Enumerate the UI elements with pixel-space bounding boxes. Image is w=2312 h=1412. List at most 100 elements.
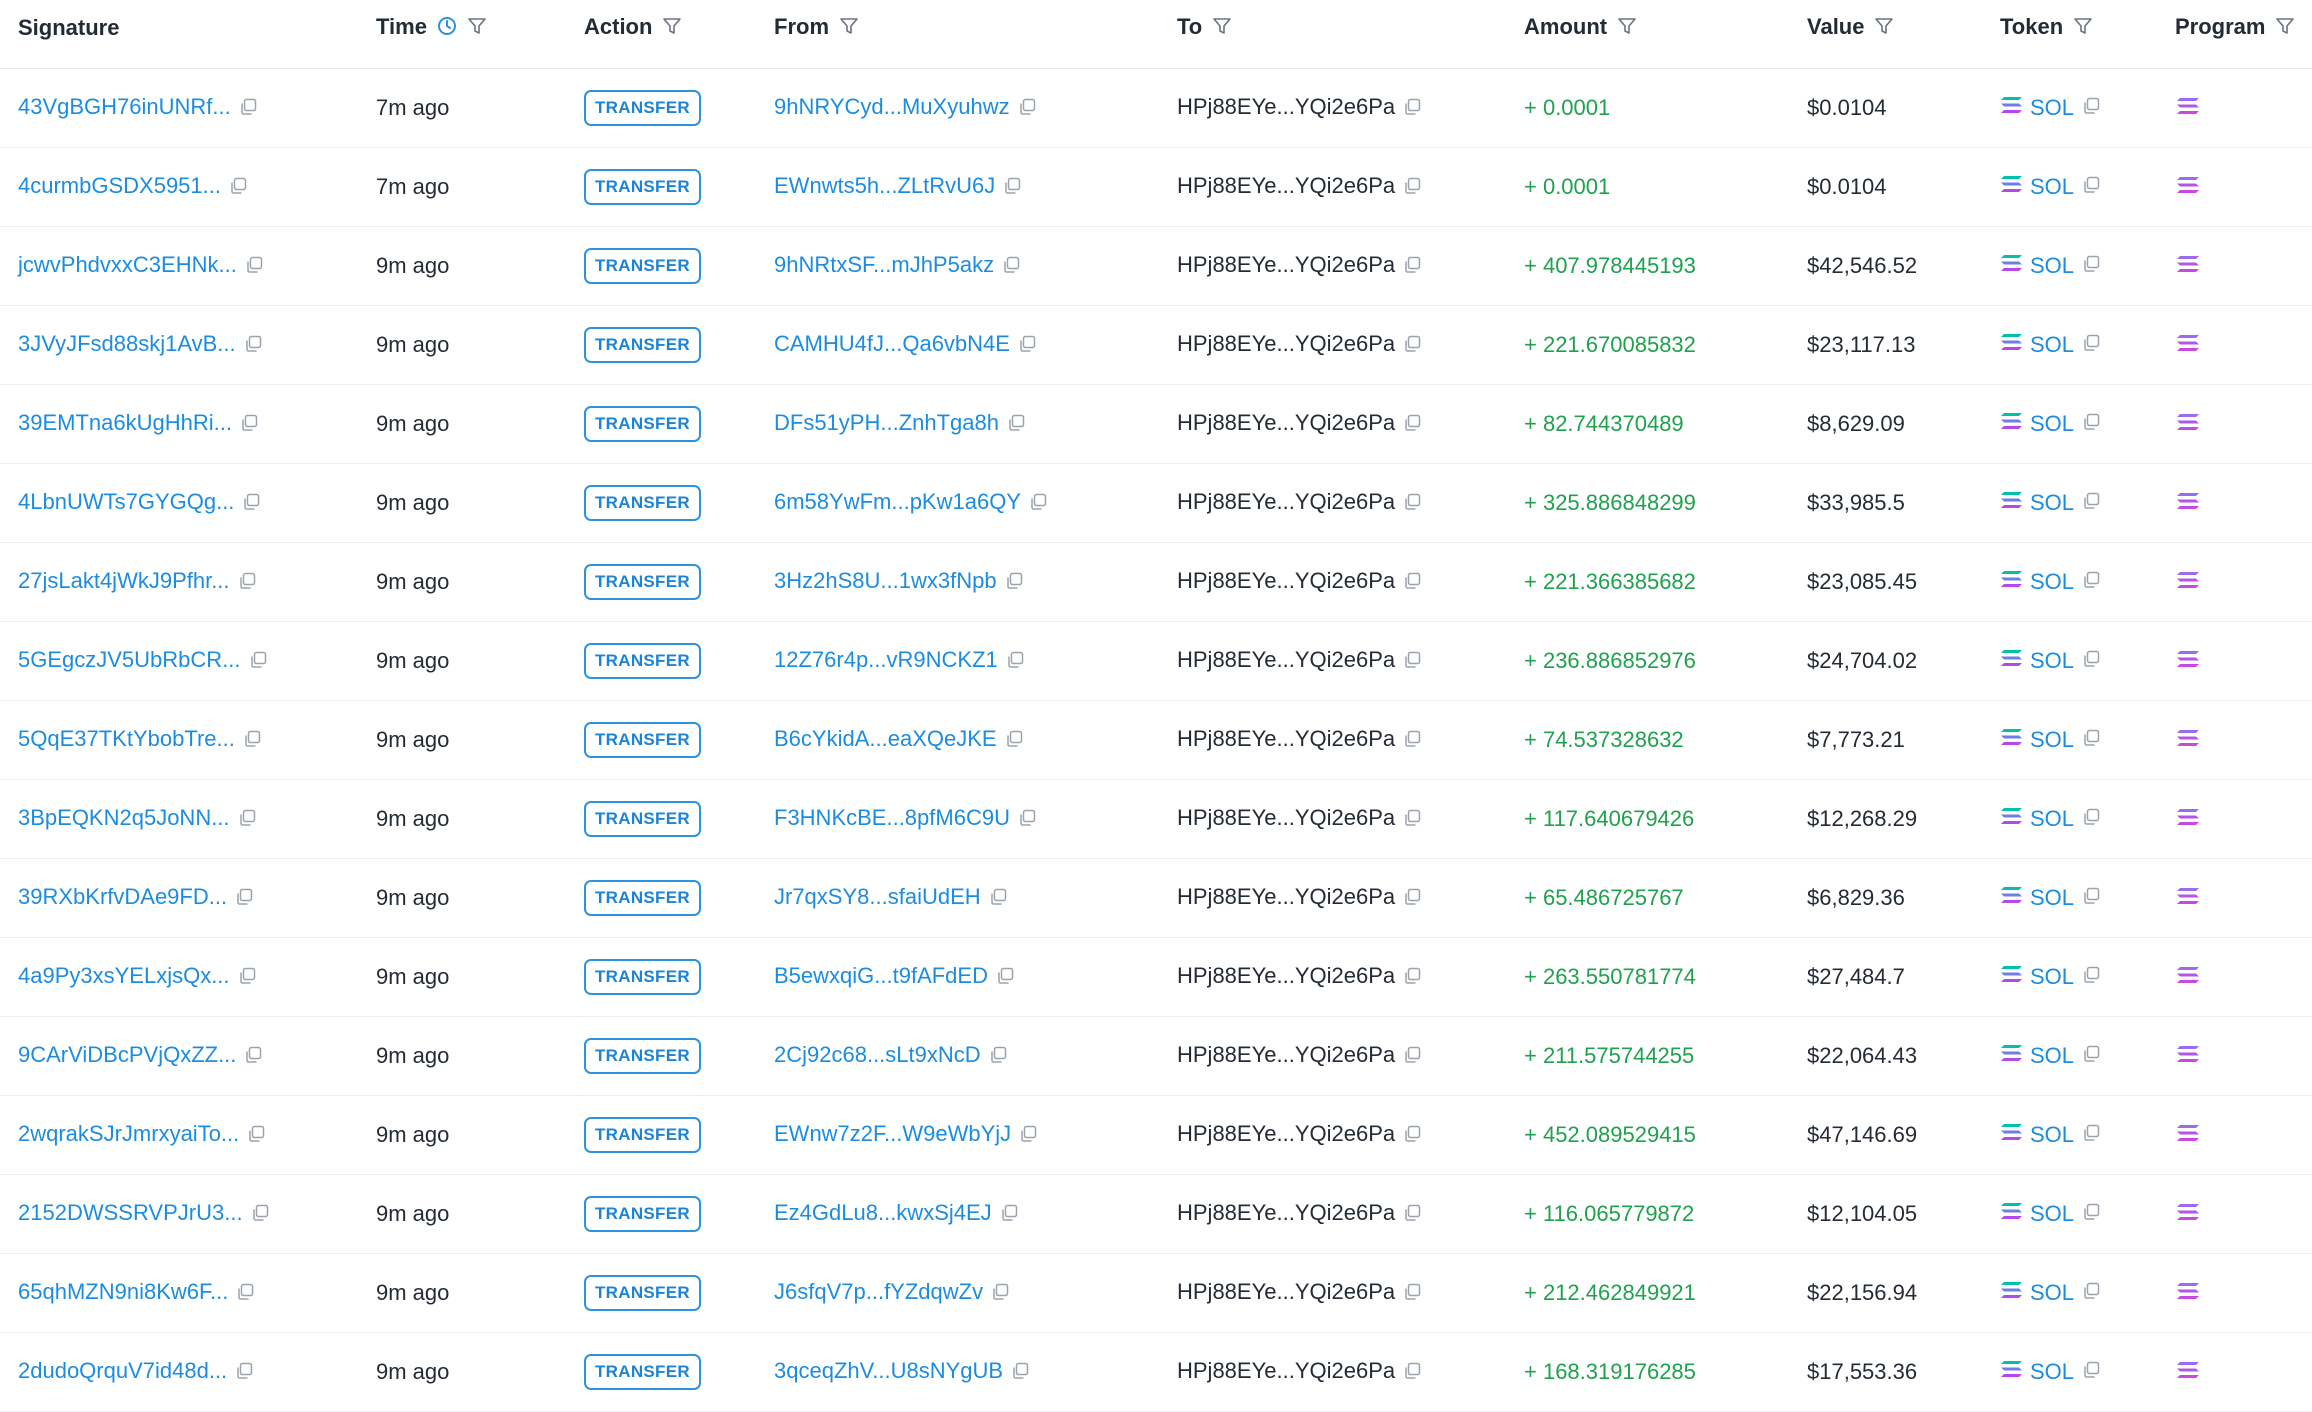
token-link[interactable]: SOL	[2030, 1122, 2074, 1148]
copy-icon[interactable]	[1005, 570, 1023, 596]
copy-icon[interactable]	[238, 807, 256, 833]
program-logo-icon[interactable]	[2175, 175, 2201, 201]
token-link[interactable]: SOL	[2030, 885, 2074, 911]
copy-icon[interactable]	[1018, 333, 1036, 359]
token-link[interactable]: SOL	[2030, 1043, 2074, 1069]
program-logo-icon[interactable]	[2175, 333, 2201, 359]
copy-icon[interactable]	[1002, 254, 1020, 280]
token-link[interactable]: SOL	[2030, 490, 2074, 516]
from-address-link[interactable]: Jr7qxSY8...sfaiUdEH	[774, 884, 981, 909]
signature-link[interactable]: 5GEgczJV5UbRbCR...	[18, 647, 241, 672]
copy-icon[interactable]	[1403, 333, 1421, 359]
program-logo-icon[interactable]	[2175, 1044, 2201, 1070]
copy-icon[interactable]	[2082, 174, 2100, 200]
from-address-link[interactable]: EWnwts5h...ZLtRvU6J	[774, 173, 995, 198]
copy-icon[interactable]	[1403, 1202, 1421, 1228]
signature-link[interactable]: 4a9Py3xsYELxjsQx...	[18, 963, 230, 988]
signature-link[interactable]: 43VgBGH76inUNRf...	[18, 94, 231, 119]
copy-icon[interactable]	[1403, 1123, 1421, 1149]
copy-icon[interactable]	[2082, 253, 2100, 279]
from-address-link[interactable]: EWnw7z2F...W9eWbYjJ	[774, 1121, 1011, 1146]
copy-icon[interactable]	[1403, 1360, 1421, 1386]
copy-icon[interactable]	[244, 333, 262, 359]
copy-icon[interactable]	[2082, 569, 2100, 595]
copy-icon[interactable]	[1006, 649, 1024, 675]
copy-icon[interactable]	[2082, 806, 2100, 832]
from-address-link[interactable]: 3Hz2hS8U...1wx3fNpb	[774, 568, 997, 593]
copy-icon[interactable]	[2082, 1359, 2100, 1385]
copy-icon[interactable]	[2082, 1043, 2100, 1069]
copy-icon[interactable]	[245, 254, 263, 280]
token-link[interactable]: SOL	[2030, 1359, 2074, 1385]
copy-icon[interactable]	[240, 412, 258, 438]
signature-link[interactable]: 2dudoQrquV7id48d...	[18, 1358, 227, 1383]
copy-icon[interactable]	[2082, 1201, 2100, 1227]
signature-link[interactable]: 3JVyJFsd88skj1AvB...	[18, 331, 236, 356]
filter-icon[interactable]	[2275, 16, 2295, 42]
copy-icon[interactable]	[1403, 96, 1421, 122]
copy-icon[interactable]	[1005, 728, 1023, 754]
copy-icon[interactable]	[251, 1202, 269, 1228]
token-link[interactable]: SOL	[2030, 95, 2074, 121]
copy-icon[interactable]	[1403, 412, 1421, 438]
copy-icon[interactable]	[1403, 570, 1421, 596]
from-address-link[interactable]: B6cYkidA...eaXQeJKE	[774, 726, 997, 751]
copy-icon[interactable]	[238, 570, 256, 596]
copy-icon[interactable]	[1403, 491, 1421, 517]
copy-icon[interactable]	[2082, 95, 2100, 121]
copy-icon[interactable]	[1019, 1123, 1037, 1149]
copy-icon[interactable]	[1403, 1281, 1421, 1307]
copy-icon[interactable]	[1403, 649, 1421, 675]
signature-link[interactable]: 4LbnUWTs7GYGQg...	[18, 489, 234, 514]
signature-link[interactable]: 65qhMZN9ni8Kw6F...	[18, 1279, 228, 1304]
program-logo-icon[interactable]	[2175, 649, 2201, 675]
copy-icon[interactable]	[991, 1281, 1009, 1307]
token-link[interactable]: SOL	[2030, 1201, 2074, 1227]
token-link[interactable]: SOL	[2030, 727, 2074, 753]
from-address-link[interactable]: DFs51yPH...ZnhTga8h	[774, 410, 999, 435]
from-address-link[interactable]: 3qceqZhV...U8sNYgUB	[774, 1358, 1003, 1383]
program-logo-icon[interactable]	[2175, 491, 2201, 517]
program-logo-icon[interactable]	[2175, 886, 2201, 912]
copy-icon[interactable]	[1000, 1202, 1018, 1228]
token-link[interactable]: SOL	[2030, 648, 2074, 674]
copy-icon[interactable]	[1007, 412, 1025, 438]
program-logo-icon[interactable]	[2175, 1202, 2201, 1228]
copy-icon[interactable]	[247, 1123, 265, 1149]
copy-icon[interactable]	[235, 886, 253, 912]
copy-icon[interactable]	[1403, 728, 1421, 754]
copy-icon[interactable]	[2082, 411, 2100, 437]
copy-icon[interactable]	[1011, 1360, 1029, 1386]
copy-icon[interactable]	[1403, 1044, 1421, 1070]
filter-icon[interactable]	[1874, 16, 1894, 42]
copy-icon[interactable]	[229, 175, 247, 201]
copy-icon[interactable]	[2082, 1122, 2100, 1148]
signature-link[interactable]: 9CArViDBcPVjQxZZ...	[18, 1042, 236, 1067]
from-address-link[interactable]: 9hNRtxSF...mJhP5akz	[774, 252, 994, 277]
copy-icon[interactable]	[1403, 965, 1421, 991]
signature-link[interactable]: 39EMTna6kUgHhRi...	[18, 410, 232, 435]
filter-icon[interactable]	[662, 16, 682, 42]
program-logo-icon[interactable]	[2175, 1360, 2201, 1386]
copy-icon[interactable]	[1018, 807, 1036, 833]
token-link[interactable]: SOL	[2030, 411, 2074, 437]
program-logo-icon[interactable]	[2175, 412, 2201, 438]
filter-icon[interactable]	[467, 16, 487, 42]
signature-link[interactable]: 39RXbKrfvDAe9FD...	[18, 884, 227, 909]
copy-icon[interactable]	[2082, 964, 2100, 990]
from-address-link[interactable]: Ez4GdLu8...kwxSj4EJ	[774, 1200, 992, 1225]
copy-icon[interactable]	[244, 1044, 262, 1070]
copy-icon[interactable]	[2082, 727, 2100, 753]
signature-link[interactable]: 27jsLakt4jWkJ9Pfhr...	[18, 568, 230, 593]
program-logo-icon[interactable]	[2175, 807, 2201, 833]
from-address-link[interactable]: 12Z76r4p...vR9NCKZ1	[774, 647, 998, 672]
copy-icon[interactable]	[1403, 254, 1421, 280]
signature-link[interactable]: 2152DWSSRVPJrU3...	[18, 1200, 243, 1225]
copy-icon[interactable]	[1403, 886, 1421, 912]
token-link[interactable]: SOL	[2030, 806, 2074, 832]
copy-icon[interactable]	[1403, 175, 1421, 201]
copy-icon[interactable]	[238, 965, 256, 991]
program-logo-icon[interactable]	[2175, 96, 2201, 122]
from-address-link[interactable]: 9hNRYCyd...MuXyuhwz	[774, 94, 1010, 119]
signature-link[interactable]: 3BpEQKN2q5JoNN...	[18, 805, 230, 830]
